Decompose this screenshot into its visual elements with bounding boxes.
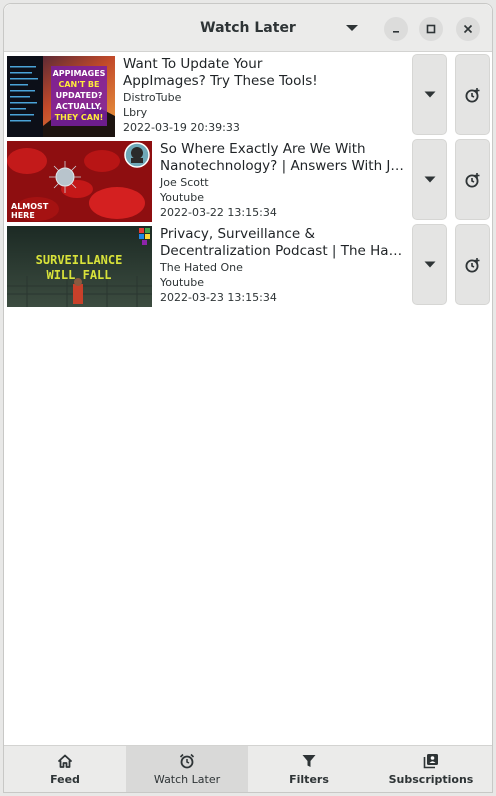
header-bar: Watch Later xyxy=(4,4,492,52)
video-meta: Privacy, Surveillance & Decentralization… xyxy=(160,226,405,305)
chevron-down-icon xyxy=(424,176,435,183)
video-date: 2022-03-22 13:15:34 xyxy=(160,206,277,219)
menu-button[interactable] xyxy=(338,14,366,42)
alarm-plus-icon xyxy=(465,172,479,187)
thumb-text: ACTUALLY, xyxy=(56,102,102,111)
video-thumbnail[interactable]: ALMOST HERE xyxy=(7,141,152,222)
thumb-text: APPIMAGES xyxy=(53,69,106,78)
nav-watch-later[interactable]: Watch Later xyxy=(126,746,248,792)
alarm-plus-icon xyxy=(465,87,479,102)
thumb-text: ALMOST xyxy=(11,202,49,211)
video-meta: Want To Update Your AppImages? Try These… xyxy=(123,56,405,135)
nav-label: Watch Later xyxy=(153,773,221,786)
video-list: APPIMAGES CAN'T BE UPDATED? ACTUALLY, TH… xyxy=(4,53,492,308)
video-title: Nanotechnology? | Answers With Joe xyxy=(160,158,405,174)
video-title: Privacy, Surveillance & xyxy=(160,226,316,242)
video-channel: The Hated One xyxy=(160,261,243,274)
remove-watch-later-button[interactable] xyxy=(455,54,490,135)
video-channel: Joe Scott xyxy=(160,176,209,189)
view-switcher: Feed Watch Later Filters Subscriptions xyxy=(4,745,492,792)
video-date: 2022-03-19 20:39:33 xyxy=(123,121,240,134)
chevron-down-icon xyxy=(346,25,358,31)
app-window: Watch Later APPIMAGES CAN'T BE UPDATED? … xyxy=(3,3,493,793)
options-dropdown-button[interactable] xyxy=(412,54,447,135)
maximize-icon xyxy=(426,24,436,34)
video-thumbnail[interactable]: APPIMAGES CAN'T BE UPDATED? ACTUALLY, TH… xyxy=(7,56,115,137)
options-dropdown-button[interactable] xyxy=(412,139,447,220)
nav-subscriptions[interactable]: Subscriptions xyxy=(370,746,492,792)
list-item[interactable]: ALMOST HERE So Where Exactly Are We With… xyxy=(4,138,492,223)
nav-label: Filters xyxy=(289,773,329,786)
video-meta: So Where Exactly Are We With Nanotechnol… xyxy=(160,141,405,220)
nav-feed[interactable]: Feed xyxy=(4,746,126,792)
video-title: So Where Exactly Are We With xyxy=(160,141,366,157)
options-dropdown-button[interactable] xyxy=(412,224,447,305)
nav-filters[interactable]: Filters xyxy=(248,746,370,792)
list-item[interactable]: SURVEILLANCE WILL FALL Privacy, Surveill… xyxy=(4,223,492,308)
thumb-text: SURVEILLANCE xyxy=(36,253,123,267)
video-title: Decentralization Podcast | The Hated One xyxy=(160,243,405,259)
minimize-button[interactable] xyxy=(384,17,408,41)
nav-label: Subscriptions xyxy=(388,773,474,786)
close-button[interactable] xyxy=(456,17,480,41)
chevron-down-icon xyxy=(424,261,435,268)
home-icon xyxy=(58,754,72,768)
video-channel: DistroTube xyxy=(123,91,182,104)
minimize-icon xyxy=(393,31,399,33)
subscriptions-icon xyxy=(423,754,438,769)
nav-label: Feed xyxy=(50,773,80,786)
video-platform: Youtube xyxy=(160,276,204,289)
video-thumbnail[interactable]: SURVEILLANCE WILL FALL xyxy=(7,226,152,307)
video-title: Want To Update Your xyxy=(123,56,263,72)
video-title: AppImages? Try These Tools! xyxy=(123,73,318,89)
chevron-down-icon xyxy=(424,91,435,98)
thumb-text: HERE xyxy=(11,211,35,220)
remove-watch-later-button[interactable] xyxy=(455,224,490,305)
video-platform: Lbry xyxy=(123,106,148,119)
video-platform: Youtube xyxy=(160,191,204,204)
close-icon xyxy=(463,24,473,34)
thumb-text: THEY CAN! xyxy=(55,113,104,122)
list-item[interactable]: APPIMAGES CAN'T BE UPDATED? ACTUALLY, TH… xyxy=(4,53,492,138)
alarm-plus-icon xyxy=(465,257,479,272)
filter-icon xyxy=(302,755,316,767)
remove-watch-later-button[interactable] xyxy=(455,139,490,220)
maximize-button[interactable] xyxy=(419,17,443,41)
alarm-clock-icon xyxy=(179,753,195,769)
thumb-text: UPDATED? xyxy=(56,91,103,100)
video-date: 2022-03-23 13:15:34 xyxy=(160,291,277,304)
thumb-text: CAN'T BE xyxy=(58,80,99,89)
